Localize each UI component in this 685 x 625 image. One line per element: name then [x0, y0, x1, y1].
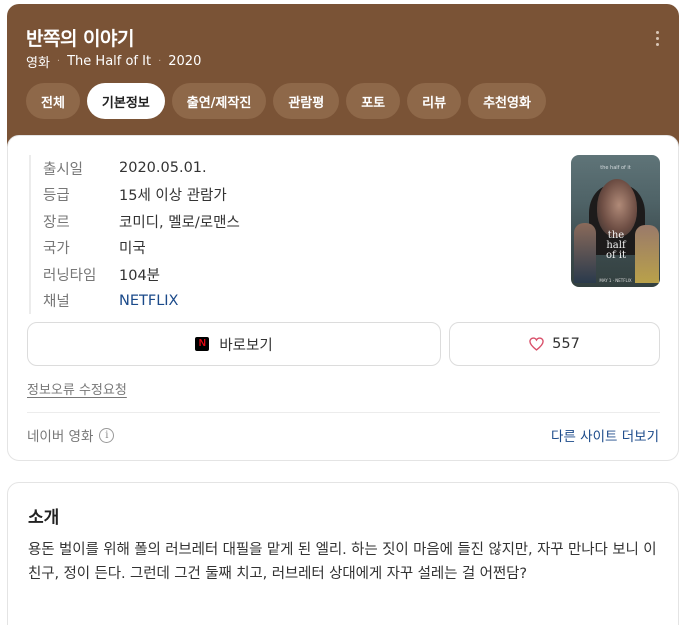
info-key: 러닝타임 — [43, 267, 97, 284]
poster-date: MAY 1 · NETFLIX — [599, 278, 632, 283]
tab-recommended[interactable]: 추천영화 — [468, 83, 546, 119]
channel-link[interactable]: NETFLIX — [119, 293, 179, 309]
tab-basic-info[interactable]: 기본정보 — [86, 83, 165, 119]
info-key: 장르 — [43, 214, 70, 231]
more-sites-link[interactable]: 다른 사이트 더보기 — [551, 425, 659, 445]
tab-all[interactable]: 전체 — [26, 83, 80, 119]
info-list: 출시일 2020.05.01. 등급 15세 이상 관람가 장르 코미디, 멜로… — [29, 155, 240, 314]
movie-header: 반쪽의 이야기 영화 · The Half of It · 2020 전체 기본… — [7, 4, 679, 154]
movie-original-title: The Half of It — [67, 54, 152, 69]
poster-tagline: the half of it — [600, 165, 631, 171]
error-report-link[interactable]: 정보오류 수정요청 — [27, 379, 127, 398]
info-key: 등급 — [43, 188, 70, 205]
info-value: 코미디, 멜로/로맨스 — [119, 214, 240, 231]
info-row-channel: 채널 NETFLIX — [43, 288, 240, 315]
like-count: 557 — [552, 336, 580, 352]
poster-title: the half of it — [605, 230, 627, 261]
info-value: 2020.05.01. — [119, 160, 207, 177]
source-text: 네이버 영화 — [27, 429, 94, 445]
watch-now-label: 바로보기 — [219, 337, 273, 354]
tab-cast-crew[interactable]: 출연/제작진 — [171, 83, 267, 119]
like-button[interactable]: 557 — [449, 322, 660, 366]
info-value: 미국 — [119, 241, 146, 258]
netflix-icon: N — [195, 337, 210, 351]
source-label: 네이버 영화 i — [27, 425, 115, 445]
info-icon[interactable]: i — [99, 427, 115, 443]
tab-reviews[interactable]: 리뷰 — [407, 83, 462, 119]
info-row-release: 출시일 2020.05.01. — [43, 155, 240, 182]
info-key: 채널 — [43, 294, 70, 311]
intro-title: 소개 — [28, 508, 60, 528]
tab-ratings[interactable]: 관람평 — [273, 83, 340, 119]
more-vertical-icon[interactable] — [649, 26, 665, 50]
info-row-runtime: 러닝타임 104분 — [43, 261, 240, 288]
watch-now-button[interactable]: N 바로보기 — [27, 322, 441, 366]
intro-card: 소개 용돈 벌이를 위해 폴의 러브레터 대필을 맡게 된 엘리. 하는 짓이 … — [7, 482, 679, 625]
info-value: 15세 이상 관람가 — [119, 188, 227, 205]
movie-year: 2020 — [168, 54, 202, 69]
info-key: 출시일 — [43, 161, 84, 178]
movie-subtitle: 영화 · The Half of It · 2020 — [26, 52, 201, 71]
movie-type: 영화 — [26, 56, 50, 71]
heart-icon — [529, 337, 544, 351]
info-value: 104분 — [119, 267, 161, 284]
divider — [27, 412, 660, 413]
movie-poster[interactable]: the half of it the half of it MAY 1 · NE… — [571, 155, 660, 287]
tab-photos[interactable]: 포토 — [346, 83, 401, 119]
tab-bar: 전체 기본정보 출연/제작진 관람평 포토 리뷰 추천영화 — [26, 83, 546, 119]
movie-title: 반쪽의 이야기 — [26, 28, 135, 50]
info-row-rating: 등급 15세 이상 관람가 — [43, 182, 240, 209]
separator-dot: · — [158, 56, 162, 67]
info-row-country: 국가 미국 — [43, 235, 240, 262]
info-row-genre: 장르 코미디, 멜로/로맨스 — [43, 208, 240, 235]
separator-dot: · — [56, 56, 61, 67]
intro-text: 용돈 벌이를 위해 폴의 러브레터 대필을 맡게 된 엘리. 하는 짓이 마음에… — [28, 542, 657, 582]
info-key: 국가 — [43, 241, 70, 258]
basic-info-card: 출시일 2020.05.01. 등급 15세 이상 관람가 장르 코미디, 멜로… — [7, 135, 679, 461]
